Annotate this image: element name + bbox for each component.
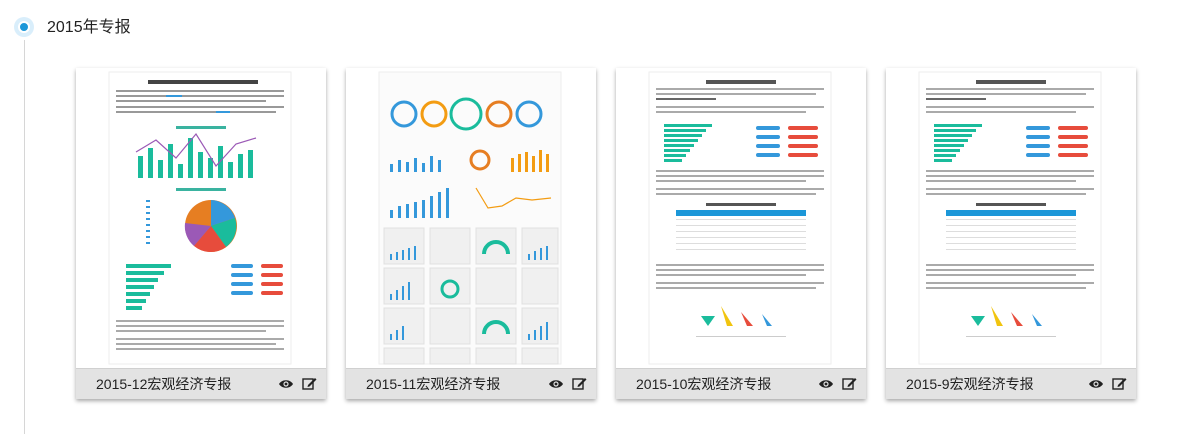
- report-thumbnail[interactable]: [346, 68, 596, 368]
- report-card[interactable]: 2015-10宏观经济专报: [616, 68, 866, 399]
- report-card[interactable]: 2015-11宏观经济专报: [346, 68, 596, 399]
- report-thumbnail[interactable]: [76, 68, 326, 368]
- card-footer: 2015-11宏观经济专报: [346, 368, 596, 399]
- report-title[interactable]: 2015-12宏观经济专报: [96, 375, 231, 393]
- report-thumbnail[interactable]: [886, 68, 1136, 368]
- edit-icon[interactable]: [572, 376, 587, 391]
- eye-icon[interactable]: [548, 377, 564, 391]
- eye-icon[interactable]: [818, 377, 834, 391]
- card-footer: 2015-9宏观经济专报: [886, 368, 1136, 399]
- report-card[interactable]: 2015-12宏观经济专报: [76, 68, 326, 399]
- timeline-line: [24, 40, 25, 434]
- report-title[interactable]: 2015-9宏观经济专报: [906, 375, 1034, 393]
- report-title[interactable]: 2015-11宏观经济专报: [366, 375, 500, 393]
- report-thumbnail[interactable]: [616, 68, 866, 368]
- section-title: 2015年专报: [47, 19, 131, 36]
- eye-icon[interactable]: [278, 377, 294, 391]
- card-footer: 2015-12宏观经济专报: [76, 368, 326, 399]
- timeline-dot-icon: [14, 17, 34, 37]
- card-footer: 2015-10宏观经济专报: [616, 368, 866, 399]
- edit-icon[interactable]: [1112, 376, 1127, 391]
- edit-icon[interactable]: [842, 376, 857, 391]
- edit-icon[interactable]: [302, 376, 317, 391]
- eye-icon[interactable]: [1088, 377, 1104, 391]
- report-card[interactable]: 2015-9宏观经济专报: [886, 68, 1136, 399]
- report-title[interactable]: 2015-10宏观经济专报: [636, 375, 771, 393]
